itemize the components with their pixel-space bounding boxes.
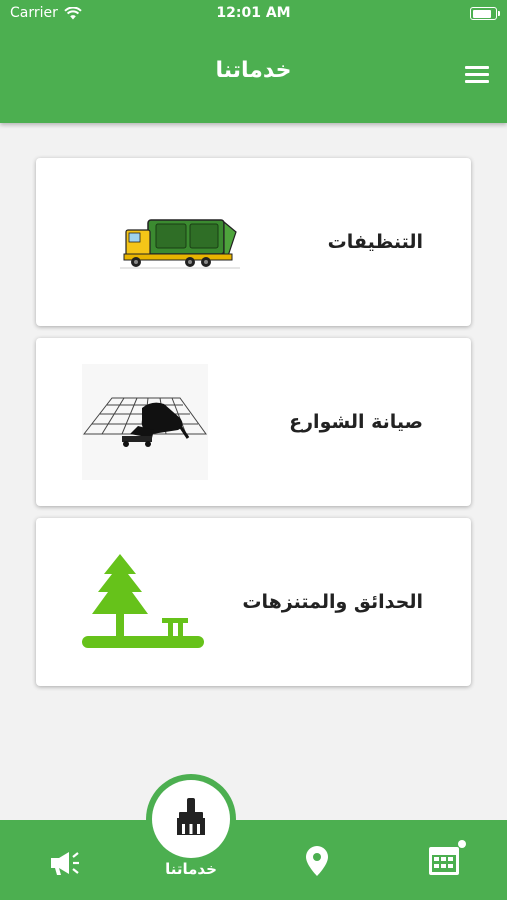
service-card-cleaning[interactable]: التنظيفات xyxy=(36,158,471,326)
service-label: الحدائق والمتنزهات xyxy=(242,591,423,613)
megaphone-icon[interactable] xyxy=(47,849,81,877)
page-title: خدماتنا xyxy=(215,58,292,83)
service-label: التنظيفات xyxy=(327,231,423,253)
battery-level xyxy=(472,9,492,18)
status-time: 12:01 AM xyxy=(216,5,291,21)
street-repair-image xyxy=(82,364,208,480)
service-card-parks[interactable]: الحدائق والمتنزهات xyxy=(36,518,471,686)
center-tab-button[interactable] xyxy=(152,780,230,858)
bottom-nav-bar xyxy=(0,820,507,900)
service-label: صيانة الشوارع xyxy=(289,411,423,433)
battery-icon xyxy=(470,7,500,20)
tree-park-image xyxy=(82,554,204,648)
location-pin-icon[interactable] xyxy=(305,845,329,877)
calendar-icon[interactable] xyxy=(427,839,467,877)
service-card-street-maintenance[interactable]: صيانة الشوارع xyxy=(36,338,471,506)
status-bar: Carrier 12:01 AM xyxy=(0,0,507,28)
app-header: Carrier 12:01 AM خدماتنا xyxy=(0,0,507,123)
center-tab-label: خدماتنا xyxy=(165,860,217,878)
hamburger-menu-icon[interactable] xyxy=(465,66,489,84)
garbage-truck-image xyxy=(120,219,240,269)
broom-icon xyxy=(177,798,205,835)
